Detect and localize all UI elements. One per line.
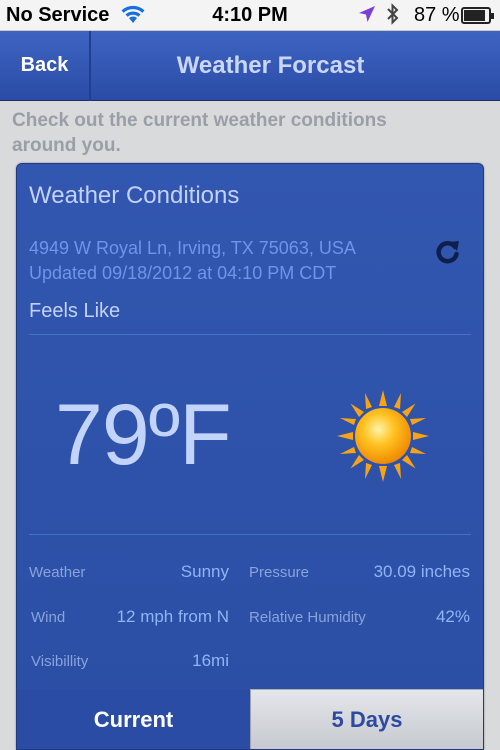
panel-title: Weather Conditions (29, 182, 240, 209)
weather-conditions-panel: Weather Conditions 4949 W Royal Ln, Irvi… (16, 163, 484, 750)
navigation-bar: Back Weather Forcast (0, 31, 500, 101)
divider (29, 534, 471, 535)
tab-bar: Current 5 Days (17, 689, 483, 749)
pressure-label: Pressure (249, 564, 310, 581)
intro-text: Check out the current weather conditions… (12, 110, 387, 156)
pressure-value: 30.09 inches (373, 562, 470, 581)
status-bar: No Service 4:10 PM 87 % (0, 0, 500, 31)
weather-label: Weather (29, 564, 86, 581)
address-text: 4949 W Royal Ln, Irving, TX 75063, USA (29, 238, 356, 258)
temperature-value: 79ºF (55, 387, 232, 483)
location-arrow-icon (358, 5, 376, 29)
divider (29, 334, 471, 335)
tab-5-days[interactable]: 5 Days (250, 689, 483, 749)
sun-icon (335, 388, 431, 484)
page-title: Weather Forcast (176, 52, 365, 79)
wind-label: Wind (31, 609, 66, 626)
bluetooth-icon (386, 3, 400, 31)
visibility-label: Visibillity (31, 653, 89, 670)
refresh-icon[interactable] (433, 236, 463, 266)
humidity-label: Relative Humidity (249, 609, 366, 626)
back-button[interactable]: Back (0, 31, 91, 101)
battery-icon (461, 7, 494, 24)
tab-current[interactable]: Current (17, 689, 250, 749)
visibility-value: 16mi (192, 651, 229, 670)
weather-value: Sunny (180, 562, 229, 581)
battery-percentage: 87 % (414, 4, 460, 26)
wind-value: 12 mph from N (116, 607, 229, 626)
updated-timestamp: Updated 09/18/2012 at 04:10 PM CDT (29, 263, 337, 283)
feels-like-label: Feels Like (29, 300, 121, 322)
humidity-value: 42% (435, 607, 470, 626)
location-info: 4949 W Royal Ln, Irving, TX 75063, USA U… (29, 236, 356, 286)
